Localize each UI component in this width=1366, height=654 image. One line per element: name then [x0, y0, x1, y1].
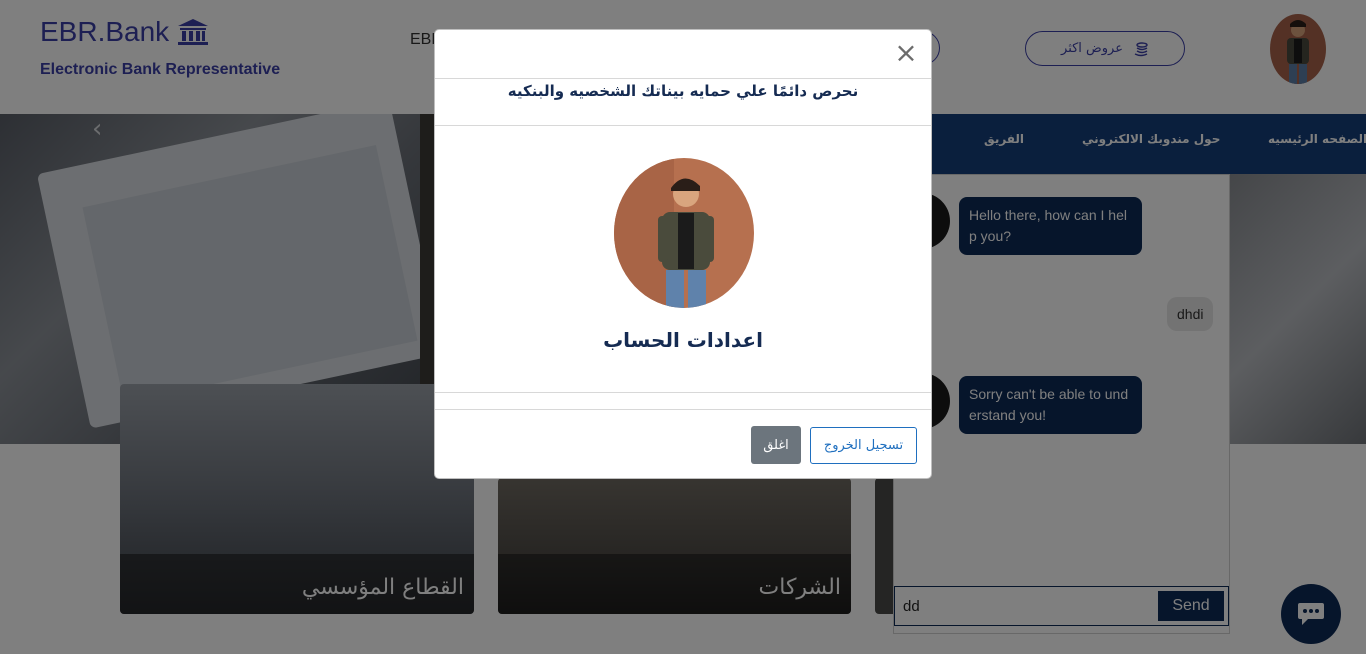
divider — [435, 125, 931, 126]
profile-avatar — [614, 158, 754, 308]
close-icon[interactable]: × — [893, 39, 919, 67]
account-settings-modal: × نحرص دائمًا علي حمايه بيناتك الشخصيه و… — [434, 29, 932, 479]
divider — [435, 392, 931, 393]
close-button[interactable]: اغلق — [751, 426, 801, 464]
divider — [435, 78, 931, 79]
logout-button[interactable]: تسجيل الخروج — [810, 427, 917, 464]
account-settings-heading: اعدادات الحساب — [603, 328, 763, 352]
modal-title: نحرص دائمًا علي حمايه بيناتك الشخصيه وال… — [507, 82, 859, 100]
divider — [435, 409, 931, 410]
